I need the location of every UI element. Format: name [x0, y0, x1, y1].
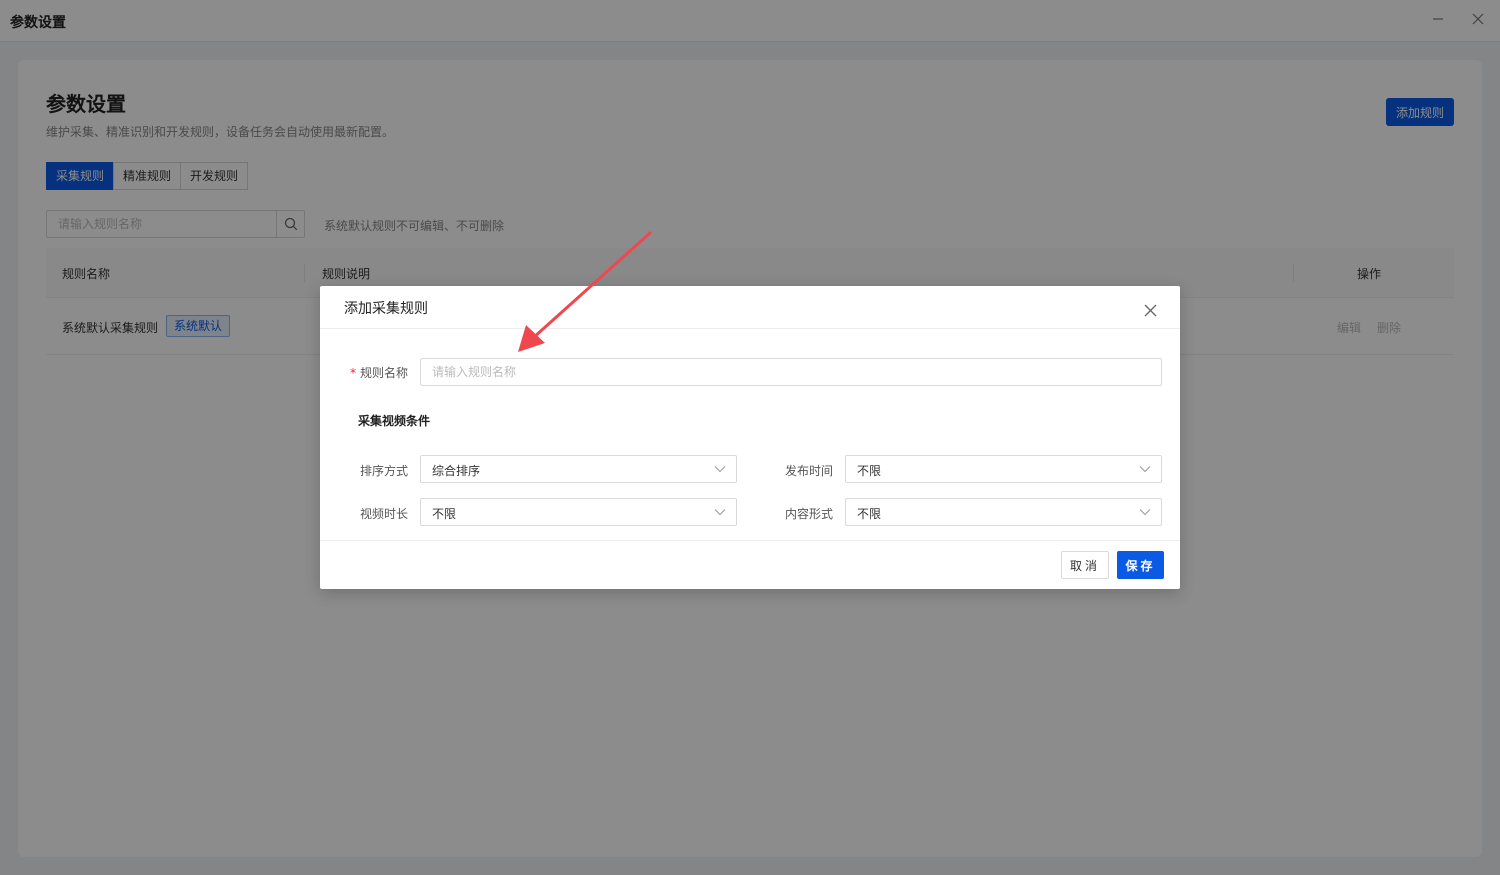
content-form-label: 内容形式 [784, 507, 833, 521]
dialog-title: 添加采集规则 [344, 301, 428, 317]
rule-name-input[interactable] [421, 359, 1161, 385]
add-rule-dialog: 添加采集规则 *规则名称 采集视频条件 排序方式 综合排序 发布时间 不限 视频… [320, 286, 1180, 589]
content-form-value: 不限 [857, 507, 882, 521]
sort-label: 排序方式 [359, 464, 408, 478]
publish-time-label: 发布时间 [784, 464, 833, 478]
dialog-footer: 取消 保存 [320, 540, 1180, 589]
dialog-header: 添加采集规则 [320, 286, 1180, 329]
cancel-button[interactable]: 取消 [1061, 551, 1109, 579]
sort-select[interactable]: 综合排序 [420, 455, 737, 483]
required-mark: * [349, 366, 356, 380]
section-title: 采集视频条件 [358, 414, 431, 428]
chevron-down-icon [714, 509, 726, 516]
publish-time-value: 不限 [857, 464, 882, 478]
duration-select[interactable]: 不限 [420, 498, 737, 526]
close-icon[interactable] [1144, 304, 1160, 320]
rule-name-field [420, 358, 1162, 386]
chevron-down-icon [1139, 466, 1151, 473]
duration-label: 视频时长 [359, 507, 408, 521]
sort-value: 综合排序 [432, 464, 481, 478]
chevron-down-icon [1139, 509, 1151, 516]
duration-value: 不限 [432, 507, 457, 521]
publish-time-select[interactable]: 不限 [845, 455, 1162, 483]
rule-name-label: * 规则名称 [349, 366, 408, 380]
chevron-down-icon [714, 466, 726, 473]
save-button[interactable]: 保存 [1117, 551, 1164, 579]
content-form-select[interactable]: 不限 [845, 498, 1162, 526]
